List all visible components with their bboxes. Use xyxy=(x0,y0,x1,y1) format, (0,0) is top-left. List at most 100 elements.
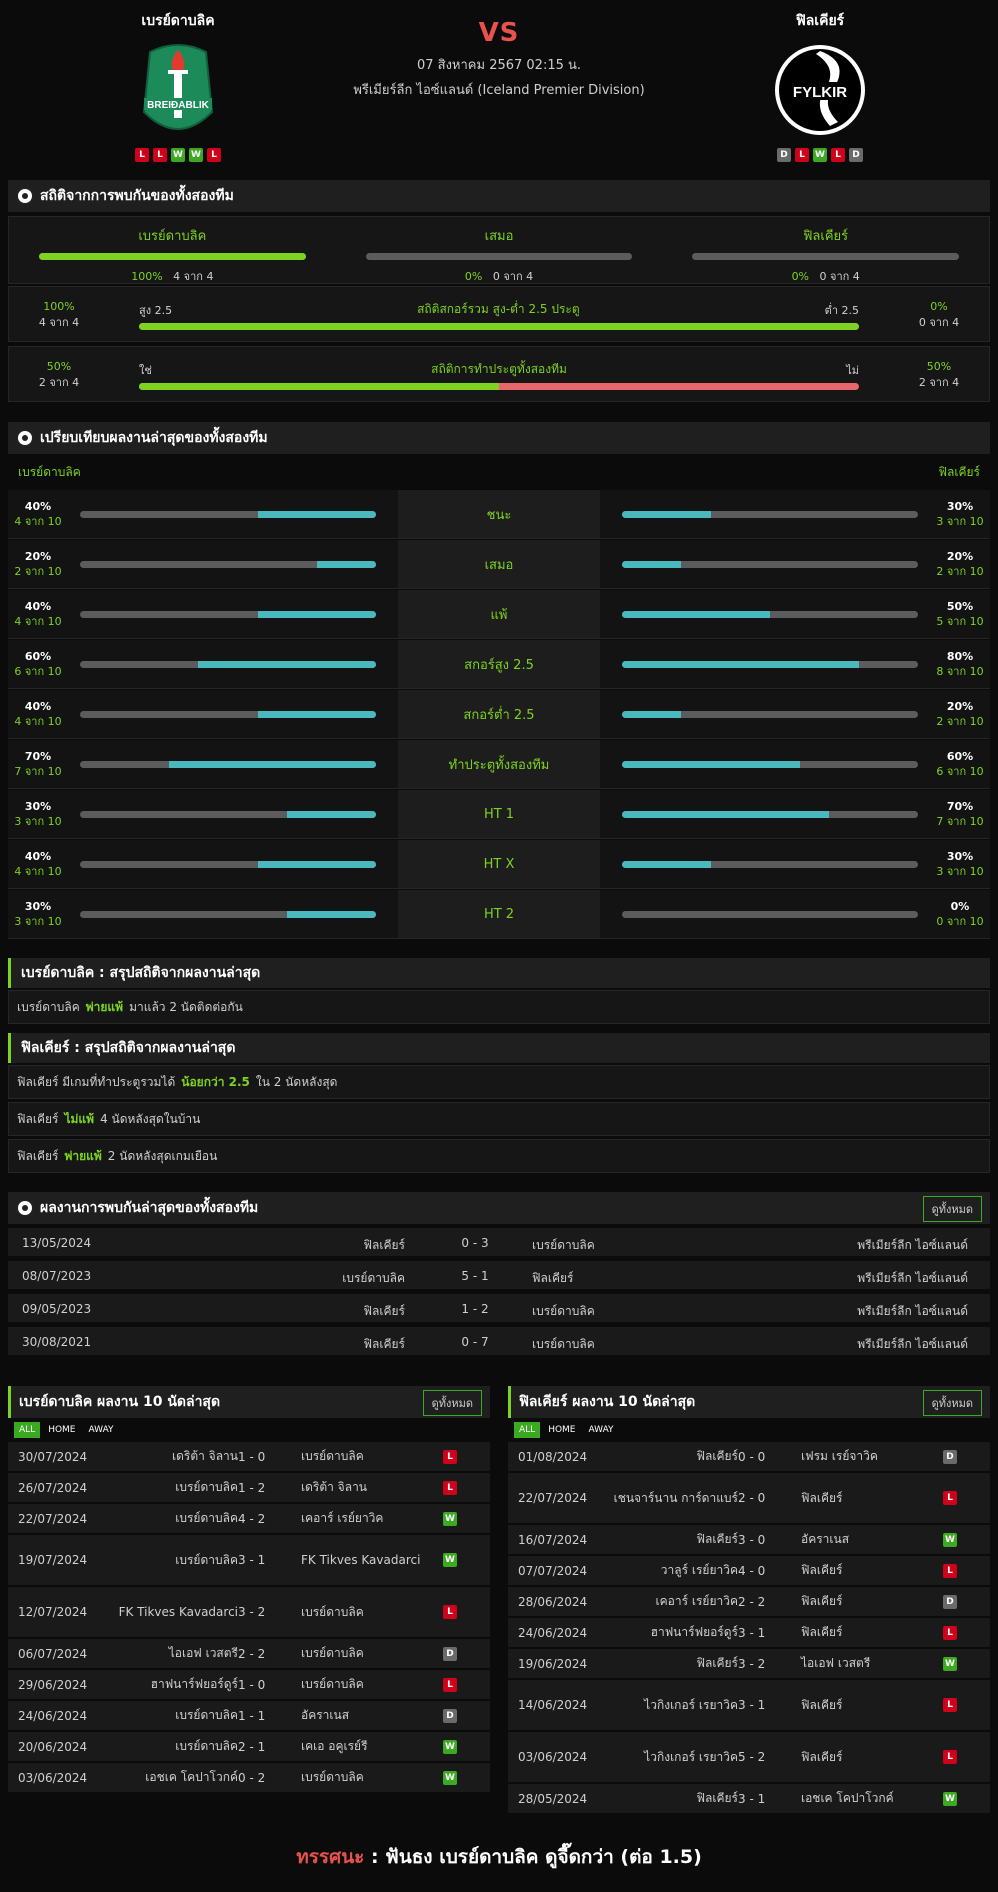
summary-text: เบรย์ดาบลิค xyxy=(17,999,80,1014)
h2h-result-row[interactable]: 13/05/2024 ฟิลเคียร์ 0 - 3 เบรย์ดาบลิค พรีเม… xyxy=(8,1228,990,1258)
match-date: 19/06/2024 xyxy=(518,1656,588,1671)
h2h-result-row[interactable]: 09/05/2023 ฟิลเคียร์ 1 - 2 เบรย์ดาบลิค พรีเม… xyxy=(8,1294,990,1324)
compare-home-count: 3 จาก 10 xyxy=(14,815,62,828)
compare-away-side: 50% 5 จาก 10 xyxy=(600,590,990,638)
result-row[interactable]: 30/07/2024 เดริต้า จิลาน 1 - 0 เบรย์ดาบลิค L xyxy=(8,1442,490,1473)
summary-row: เบรย์ดาบลิค พ่ายแพ้ มาแล้ว 2 นัดติดต่อกัน xyxy=(8,990,990,1024)
match-header: เบรย์ดาบลิค BREIÐABLIK LLWWL VS 07 สิงหา… xyxy=(0,0,998,170)
h2h-results-title: ผลงานการพบกันล่าสุดของทั้งสองทีม xyxy=(40,1200,259,1216)
compare-home-pct: 30% xyxy=(24,900,52,913)
result-badge-wrap: L xyxy=(943,1680,957,1730)
compare-label: ชนะ xyxy=(398,490,600,538)
result-badge: W xyxy=(443,1770,457,1785)
h2h-col-percent: 0% xyxy=(791,270,810,283)
tab-all[interactable]: ALL xyxy=(14,1422,41,1438)
home-last10-view-all-button[interactable]: ดูทั้งหมด xyxy=(422,1390,482,1416)
h2h-col-count: 0 จาก 4 xyxy=(819,270,860,283)
tab-away[interactable]: AWAY xyxy=(84,1422,119,1438)
compare-away-stat: 50% 5 จาก 10 xyxy=(930,599,990,629)
summary-row: ฟิลเคียร์ ไม่แพ้ 4 นัดหลังสุดในบ้าน xyxy=(8,1102,990,1136)
summary-highlight: พ่ายแพ้ xyxy=(64,1148,102,1163)
result-row[interactable]: 28/06/2024 เคอาร์ เรย์ยาวิค 2 - 2 ฟิลเคียร์… xyxy=(508,1587,990,1618)
compare-home-stat: 60% 6 จาก 10 xyxy=(8,649,68,679)
compare-away-pct: 50% xyxy=(946,600,974,613)
away-team: ฟิลเคียร์ xyxy=(532,1271,574,1285)
result-badge-wrap: W xyxy=(943,1649,957,1678)
result-row[interactable]: 19/06/2024 ฟิลเคียร์ 3 - 2 ไอเอฟ เวสตรี W xyxy=(508,1649,990,1680)
match-date: 30/08/2021 xyxy=(22,1335,92,1349)
compare-away-bar xyxy=(622,910,918,918)
compare-label: HT 2 xyxy=(398,890,600,938)
match-date: 30/07/2024 xyxy=(18,1449,88,1464)
compare-home-side: 40% 4 จาก 10 xyxy=(8,590,398,638)
h2h-result-row[interactable]: 08/07/2023 เบรย์ดาบลิค 5 - 1 ฟิลเคียร์ พรีเม… xyxy=(8,1261,990,1291)
h2h-view-all-button[interactable]: ดูทั้งหมด xyxy=(922,1196,982,1222)
summary-text: 2 นัดหลังสุดเกมเยือน xyxy=(107,1148,218,1163)
tab-home[interactable]: HOME xyxy=(543,1422,580,1438)
result-row[interactable]: 24/06/2024 ฮาฟนาร์ฟยอร์ดูร์ 3 - 1 ฟิลเคียร์… xyxy=(508,1618,990,1649)
result-row[interactable]: 20/06/2024 เบรย์ดาบลิค 2 - 1 เคเอ อคูเรย์รี… xyxy=(8,1732,490,1763)
result-row[interactable]: 01/08/2024 ฟิลเคียร์ 0 - 0 เฟรม เรย์จาวิค D xyxy=(508,1442,990,1473)
result-badge: L xyxy=(943,1563,957,1578)
compare-home-count: 6 จาก 10 xyxy=(14,665,62,678)
compare-home-stat: 40% 4 จาก 10 xyxy=(8,699,68,729)
result-row[interactable]: 07/07/2024 วาลูร์ เรย์ยาวิค 4 - 0 ฟิลเคียร์… xyxy=(508,1556,990,1587)
result-row[interactable]: 24/06/2024 เบรย์ดาบลิค 1 - 1 อัคราเนส D xyxy=(8,1701,490,1732)
compare-away-side: 30% 3 จาก 10 xyxy=(600,490,990,538)
match-date: 19/07/2024 xyxy=(18,1553,88,1567)
away-team: ฟิลเคียร์ xyxy=(801,1594,843,1608)
btts-right-label: ไม่ xyxy=(846,364,859,377)
result-row[interactable]: 12/07/2024 FK Tikves Kavadarci 3 - 2 เบรย์ด… xyxy=(8,1587,490,1639)
result-row[interactable]: 16/07/2024 ฟิลเคียร์ 3 - 0 อัคราเนส W xyxy=(508,1525,990,1556)
tab-all[interactable]: ALL xyxy=(514,1422,541,1438)
away-summary-title: ฟิลเคียร์ : สรุปสถิติจากผลงานล่าสุด xyxy=(21,1040,236,1056)
result-row[interactable]: 22/07/2024 เชนจาร์นาน การ์ดาแบร์ 2 - 0 ฟิลเ… xyxy=(508,1473,990,1525)
result-row[interactable]: 28/05/2024 ฟิลเคียร์ 3 - 1 เอชเค โคปาโวกค์ W xyxy=(508,1784,990,1815)
h2h-results-header: ผลงานการพบกันล่าสุดของทั้งสองทีม ดูทั้งห… xyxy=(8,1192,990,1224)
compare-away-pct: 60% xyxy=(946,750,974,763)
compare-home-stat: 20% 2 จาก 10 xyxy=(8,549,68,579)
away-team: เบรย์ดาบลิค xyxy=(301,1677,364,1691)
result-row[interactable]: 26/07/2024 เบรย์ดาบลิค 1 - 2 เดริต้า จิลาน L xyxy=(8,1473,490,1504)
result-badge-wrap: L xyxy=(943,1473,957,1523)
home-team: เบรย์ดาบลิค xyxy=(175,1739,238,1753)
home-team: ฟิลเคียร์ xyxy=(696,1449,738,1463)
compare-away-side: 0% 0 จาก 10 xyxy=(600,890,990,938)
score: 1 - 0 xyxy=(238,1677,266,1692)
home-form-row: LLWWL xyxy=(78,148,278,162)
score: 5 - 1 xyxy=(461,1269,489,1283)
away-team: เบรย์ดาบลิค xyxy=(532,1337,595,1351)
summary-text: ฟิลเคียร์ xyxy=(17,1111,59,1126)
away-form-row: DLWLD xyxy=(720,148,920,162)
h2h-col-bar xyxy=(365,253,633,260)
h2h-result-row[interactable]: 30/08/2021 ฟิลเคียร์ 0 - 7 เบรย์ดาบลิค พรีเม… xyxy=(8,1327,990,1357)
compare-row: 70% 7 จาก 10 ทำประตูทั้งสองทีม 60% 6 จาก 10 xyxy=(8,740,990,789)
tab-home[interactable]: HOME xyxy=(43,1422,80,1438)
compare-home-count: 7 จาก 10 xyxy=(14,765,62,778)
form-badge: W xyxy=(189,148,203,162)
compare-away-pct: 0% xyxy=(950,900,970,913)
result-row[interactable]: 19/07/2024 เบรย์ดาบลิค 3 - 1 FK Tikves Kava… xyxy=(8,1535,490,1587)
compare-away-bar xyxy=(622,710,918,718)
compare-away-side: 70% 7 จาก 10 xyxy=(600,790,990,838)
result-row[interactable]: 03/06/2024 เอชเค โคปาโวกค์ 0 - 2 เบรย์ดาบลิ… xyxy=(8,1763,490,1794)
result-row[interactable]: 14/06/2024 ไวกิงเกอร์ เรยาวิค 3 - 1 ฟิลเคีย… xyxy=(508,1680,990,1732)
compare-away-pct: 70% xyxy=(946,800,974,813)
compare-home-bar-fill xyxy=(257,510,376,518)
away-team: อัคราเนส xyxy=(301,1708,350,1722)
tab-away[interactable]: AWAY xyxy=(584,1422,619,1438)
compare-home-stat: 30% 3 จาก 10 xyxy=(8,799,68,829)
result-row[interactable]: 22/07/2024 เบรย์ดาบลิค 4 - 2 เคอาร์ เรย์ยาว… xyxy=(8,1504,490,1535)
summary-text: 4 นัดหลังสุดในบ้าน xyxy=(100,1111,201,1126)
compare-away-bar xyxy=(622,510,918,518)
result-row[interactable]: 06/07/2024 ไอเอฟ เวสตรี 2 - 2 เบรย์ดาบลิค D xyxy=(8,1639,490,1670)
away-team: ฟิลเคียร์ xyxy=(801,1697,843,1712)
h2h-over-under: 100% 4 จาก 4 สูง 2.5 สถิติสกอร์รวม สูง-ต… xyxy=(8,286,990,342)
result-row[interactable]: 29/06/2024 ฮาฟนาร์ฟยอร์ดูร์ 1 - 0 เบรย์ดาบล… xyxy=(8,1670,490,1701)
ou-right-pct: 0% xyxy=(930,299,948,313)
result-row[interactable]: 03/06/2024 ไวกิงเกอร์ เรยาวิค 5 - 2 ฟิลเคีย… xyxy=(508,1732,990,1784)
result-badge-wrap: D xyxy=(943,1442,957,1471)
match-date: 03/06/2024 xyxy=(18,1770,88,1785)
away-last10-view-all-button[interactable]: ดูทั้งหมด xyxy=(922,1390,982,1416)
form-badge: W xyxy=(171,148,185,162)
